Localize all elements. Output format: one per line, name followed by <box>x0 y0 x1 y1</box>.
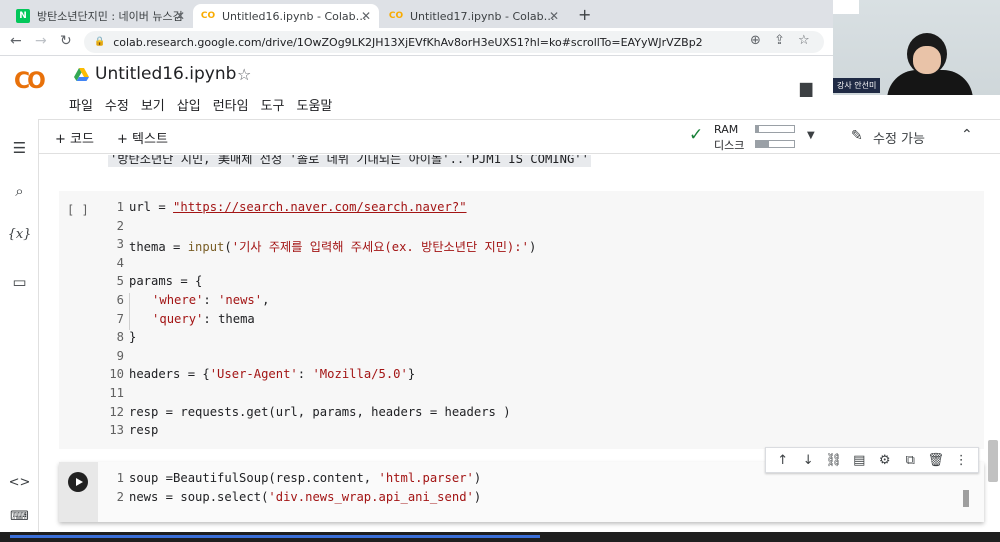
cell1-code-editor[interactable]: 1 url = "https://search.naver.com/search.… <box>102 200 536 442</box>
colab-menubar: 파일 수정 보기 삽입 런타임 도구 도움말 <box>69 95 332 114</box>
tab-title: 방탄소년단지민 : 네이버 뉴스검 <box>37 10 183 23</box>
lock-icon: 🔒 <box>94 37 106 47</box>
url-text: colab.research.google.com/drive/1OwZOg9L… <box>113 35 703 49</box>
table-of-contents-icon[interactable]: ☰ <box>0 139 39 157</box>
delete-icon[interactable]: 🗑 <box>926 453 946 468</box>
star-icon[interactable]: ☆ <box>237 65 251 84</box>
colab-favicon-icon: CO <box>200 11 216 21</box>
cell-run-bracket[interactable]: [ ] <box>67 203 89 217</box>
left-sidebar: ☰ ⌕ {x} ▭ <> ⌨ <box>0 119 39 542</box>
tab-title: Untitled17.ipynb - Colaboratory <box>410 9 559 23</box>
page-scrollbar[interactable] <box>988 440 998 482</box>
menu-help[interactable]: 도움말 <box>297 95 333 114</box>
tab-close-icon[interactable]: ✕ <box>361 9 371 23</box>
tab-close-icon[interactable]: ✕ <box>175 9 185 23</box>
notebook-toolbar: + 코드 + 텍스트 ✓ RAM 디스크 ▼ ✎ 수정 가능 ⌃ <box>39 119 1000 154</box>
editing-mode-button[interactable]: 수정 가능 <box>873 128 925 147</box>
code-line: 6 'where': 'news', <box>102 292 536 312</box>
url-omnibox[interactable]: 🔒 colab.research.google.com/drive/1OwZOg… <box>84 31 824 53</box>
naver-favicon-icon: N <box>16 9 30 23</box>
ram-usage-bar <box>755 125 795 133</box>
code-cell-1[interactable]: [ ] 1 url = "https://search.naver.com/sea… <box>59 191 984 449</box>
cell-action-toolbar: ↑ ↓ ⛓ ▤ ⚙ ⧉ 🗑 ⋮ <box>765 447 979 473</box>
code-snippets-icon[interactable]: <> <box>0 475 39 490</box>
new-tab-plus-icon[interactable]: + <box>578 5 591 24</box>
disk-usage-fill <box>756 141 770 147</box>
cell2-code[interactable]: 1 soup =BeautifulSoup(resp.content, 'html… <box>102 471 482 508</box>
add-code-button[interactable]: + 코드 <box>55 128 94 147</box>
code-line: 11 <box>109 385 124 400</box>
tab-title: Untitled16.ipynb - Colaboratory <box>222 9 371 23</box>
code-line: 10 headers = {'User-Agent': 'Mozilla/5.0'… <box>109 367 416 382</box>
code-line: 2 news = soup.select('div.news_wrap.api_a… <box>116 489 482 504</box>
folder-icon[interactable]: ▭ <box>0 273 39 291</box>
code-line: 1 url = "https://search.naver.com/search.… <box>116 200 467 214</box>
pencil-icon: ✎ <box>851 128 863 144</box>
browser-tab-untitled16[interactable]: CO Untitled16.ipynb - Colaboratory ✕ <box>193 4 379 28</box>
menu-tools[interactable]: 도구 <box>261 95 285 114</box>
browser-tab-naver-news[interactable]: N 방탄소년단지민 : 네이버 뉴스검 ✕ <box>8 4 193 28</box>
comment-icon[interactable]: ▆ <box>800 78 812 97</box>
code-line: 2 <box>116 218 124 233</box>
disk-usage-bar <box>755 140 795 148</box>
menu-file[interactable]: 파일 <box>69 95 93 114</box>
ram-label: RAM <box>714 123 739 136</box>
browser-tab-untitled17[interactable]: CO Untitled17.ipynb - Colaboratory ✕ <box>381 4 567 28</box>
code-line: 12 resp = requests.get(url, params, heade… <box>109 404 511 419</box>
menu-edit[interactable]: 수정 <box>105 95 129 114</box>
cell2-gutter <box>59 462 98 522</box>
notebook-title[interactable]: Untitled16.ipynb <box>95 64 236 84</box>
add-text-button[interactable]: + 텍스트 <box>117 128 168 147</box>
presenter-name-tag: 강사 안선미 <box>833 78 881 93</box>
code-line: 13 resp <box>109 423 159 438</box>
link-icon[interactable]: ⛓ <box>824 453 844 468</box>
code-line: 4 <box>116 255 124 270</box>
gear-icon[interactable]: ⚙ <box>875 453 895 468</box>
previous-cell-output: '방탄소년단 지민, 美매체 선정 '솔로 데뷔 기대되는 아이돌'..'PJM… <box>108 155 591 167</box>
resources-dropdown-icon[interactable]: ▼ <box>807 130 815 141</box>
webcam-overlay: 강사 안선미 <box>833 0 1000 95</box>
menu-insert[interactable]: 삽입 <box>177 95 201 114</box>
move-down-arrow-icon[interactable]: ↓ <box>798 453 818 468</box>
forward-arrow-icon[interactable]: → <box>35 33 47 49</box>
share-icon[interactable]: ⇪ <box>774 33 785 48</box>
variables-icon[interactable]: {x} <box>0 227 39 242</box>
code-line: 9 <box>116 348 124 363</box>
video-progress-bar <box>10 535 540 538</box>
webcam-shelf <box>833 0 859 14</box>
connected-check-icon: ✓ <box>689 125 704 145</box>
menu-runtime[interactable]: 런타임 <box>213 95 249 114</box>
menu-view[interactable]: 보기 <box>141 95 165 114</box>
code-line: 1 soup =BeautifulSoup(resp.content, 'html… <box>116 471 482 485</box>
colab-logo[interactable]: CO <box>14 69 46 94</box>
google-drive-icon <box>74 68 89 81</box>
reload-icon[interactable]: ↻ <box>60 33 72 49</box>
mirror-cell-icon[interactable]: ⧉ <box>900 453 920 468</box>
code-line: 5 params = { <box>116 274 203 289</box>
ram-usage-fill <box>756 126 760 132</box>
code-line: 7 'query': thema <box>102 311 536 331</box>
run-cell-button[interactable] <box>68 472 88 492</box>
zoom-icon[interactable]: ⊕ <box>750 33 761 48</box>
terminal-icon[interactable]: ⌨ <box>0 509 39 524</box>
colab-favicon-icon: CO <box>388 11 404 21</box>
chevron-up-icon[interactable]: ⌃ <box>961 127 973 143</box>
tab-close-icon[interactable]: ✕ <box>549 9 559 23</box>
code-line: 8} <box>116 330 137 345</box>
cell-scrollbar[interactable] <box>963 490 969 507</box>
notebook-main: '방탄소년단 지민, 美매체 선정 '솔로 데뷔 기대되는 아이돌'..'PJM… <box>40 155 988 535</box>
back-arrow-icon[interactable]: ← <box>10 33 22 49</box>
presenter-face <box>913 46 941 74</box>
comment-icon[interactable]: ▤ <box>849 453 869 468</box>
bookmark-star-icon[interactable]: ☆ <box>798 33 810 48</box>
code-line: 3 thema = input('기사 주제를 입력해 주세요(ex. 방탄소년단… <box>116 237 537 255</box>
more-vert-icon[interactable]: ⋮ <box>951 453 971 468</box>
disk-label: 디스크 <box>714 139 745 152</box>
search-icon[interactable]: ⌕ <box>0 182 39 200</box>
move-up-arrow-icon[interactable]: ↑ <box>773 453 793 468</box>
